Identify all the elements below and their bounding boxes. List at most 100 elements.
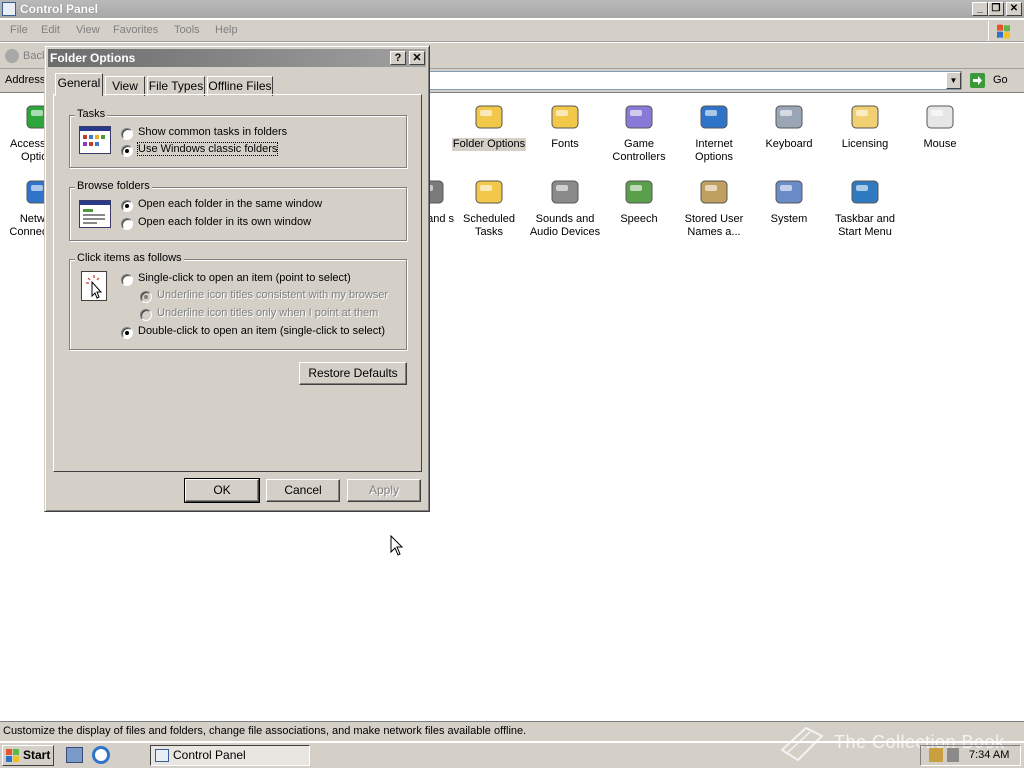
cpl-item-label: Speech: [620, 213, 658, 225]
gamepad-icon: [622, 100, 656, 134]
dialog-close-button[interactable]: ✕: [409, 51, 425, 65]
show-common-tasks-label[interactable]: Show common tasks in folders: [138, 126, 287, 138]
mouse-icon: [923, 100, 957, 134]
start-button[interactable]: Start: [2, 745, 54, 766]
browse-folders-group-title: Browse folders: [75, 180, 152, 192]
tasks-group-title: Tasks: [75, 108, 108, 120]
control-panel-icon: [2, 2, 16, 16]
dialog-title: Folder Options: [50, 51, 136, 65]
computer-icon: [772, 175, 806, 209]
show-common-tasks-radio[interactable]: [121, 128, 133, 140]
double-click-label[interactable]: Double-click to open an item (single-cli…: [138, 325, 385, 337]
underline-point-label: Underline icon titles only when I point …: [157, 307, 379, 319]
cpl-item-stored-user-names[interactable]: Stored User Names a...: [676, 175, 752, 239]
cpl-item-label: Keyboard: [765, 138, 813, 150]
use-classic-folders-label[interactable]: Use Windows classic folders: [136, 142, 279, 156]
tray-app-icon[interactable]: [929, 748, 943, 762]
cpl-item-label: Taskbar and Start Menu: [835, 213, 895, 238]
minimize-button[interactable]: _: [972, 2, 988, 16]
tab-view[interactable]: View: [105, 76, 145, 96]
browse-preview-icon: [79, 200, 111, 228]
cpl-item-sounds-and-audio[interactable]: Sounds and Audio Devices: [527, 175, 603, 239]
tasks-group: [69, 115, 407, 168]
menu-favorites[interactable]: Favorites: [113, 24, 158, 36]
folder-options-dialog: Folder Options ? ✕ General View File Typ…: [44, 45, 430, 512]
cpl-item-keyboard[interactable]: Keyboard: [751, 100, 827, 151]
single-click-radio[interactable]: [121, 274, 133, 286]
same-window-radio[interactable]: [121, 200, 133, 212]
cpl-item-label: Stored User Names a...: [684, 213, 744, 238]
folder-options-icon: [472, 100, 506, 134]
keys-icon: [697, 175, 731, 209]
speaker-icon: [548, 175, 582, 209]
tab-general[interactable]: General: [55, 73, 103, 96]
fonts-folder-icon: [548, 100, 582, 134]
menu-edit[interactable]: Edit: [41, 24, 60, 36]
cpl-item-label: Scheduled Tasks: [463, 213, 515, 238]
address-label: Address: [5, 74, 46, 86]
taskbar-item-label: Control Panel: [173, 748, 246, 762]
tab-file-types[interactable]: File Types: [147, 76, 205, 96]
clock[interactable]: 7:34 AM: [969, 746, 1009, 765]
cpl-item-folder-options[interactable]: Folder Options: [451, 100, 527, 151]
cpl-item-label: System: [770, 213, 808, 225]
system-tray: 7:34 AM: [920, 745, 1021, 766]
cpl-item-label: Internet Options: [695, 138, 733, 163]
tasks-preview-icon: [79, 126, 111, 154]
scheduled-tasks-icon: [472, 175, 506, 209]
cancel-button[interactable]: Cancel: [266, 479, 340, 502]
cpl-item-licensing[interactable]: Licensing: [827, 100, 903, 151]
globe-icon: [697, 100, 731, 134]
taskbar-item-control-panel[interactable]: Control Panel: [150, 745, 310, 766]
close-window-button[interactable]: ✕: [1006, 2, 1022, 16]
own-window-radio[interactable]: [121, 218, 133, 230]
certificate-icon: [848, 100, 882, 134]
internet-explorer-icon[interactable]: [92, 746, 110, 764]
menu-tools[interactable]: Tools: [174, 24, 200, 36]
speech-icon: [622, 175, 656, 209]
cpl-item-scheduled-tasks[interactable]: Scheduled Tasks: [451, 175, 527, 239]
underline-browser-label: Underline icon titles consistent with my…: [157, 289, 389, 301]
address-dropdown-button[interactable]: ▼: [946, 72, 961, 89]
mouse-cursor: [390, 534, 404, 557]
help-button[interactable]: ?: [390, 51, 406, 65]
restore-button[interactable]: ❐: [988, 2, 1004, 16]
cpl-item-label: Folder Options: [451, 138, 527, 151]
menu-view[interactable]: View: [76, 24, 100, 36]
tab-offline-files[interactable]: Offline Files: [207, 76, 273, 96]
cpl-item-system[interactable]: System: [751, 175, 827, 226]
control-panel-icon: [155, 749, 169, 762]
cpl-item-taskbar-start-menu[interactable]: Taskbar and Start Menu: [827, 175, 903, 239]
own-window-label[interactable]: Open each folder in its own window: [138, 216, 311, 228]
cpl-item-fonts[interactable]: Fonts: [527, 100, 603, 151]
window-titlebar: Control Panel _ ❐ ✕: [0, 0, 1024, 18]
back-arrow-icon: [5, 49, 19, 63]
cpl-item-label: Game Controllers: [612, 138, 666, 163]
single-click-label[interactable]: Single-click to open an item (point to s…: [138, 272, 351, 284]
cpl-item-speech[interactable]: Speech: [601, 175, 677, 226]
double-click-radio[interactable]: [121, 327, 133, 339]
cpl-item-mouse[interactable]: Mouse: [902, 100, 978, 151]
ok-button[interactable]: OK: [184, 478, 260, 503]
menu-bar: File Edit View Favorites Tools Help: [0, 20, 1024, 42]
keyboard-icon: [772, 100, 806, 134]
menu-help[interactable]: Help: [215, 24, 238, 36]
cpl-item-internet-options[interactable]: Internet Options: [676, 100, 752, 164]
apply-button[interactable]: Apply: [347, 479, 421, 502]
browse-folders-group: [69, 187, 407, 241]
cpl-item-game-controllers[interactable]: Game Controllers: [601, 100, 677, 164]
menu-file[interactable]: File: [10, 24, 28, 36]
go-button[interactable]: Go: [968, 71, 1018, 90]
underline-browser-radio[interactable]: [140, 291, 152, 303]
use-classic-folders-radio[interactable]: [121, 145, 133, 157]
underline-point-radio[interactable]: [140, 309, 152, 321]
same-window-label[interactable]: Open each folder in the same window: [138, 198, 322, 210]
general-tab-panel: Tasks Show common tasks in folders Use W…: [53, 94, 422, 472]
show-desktop-icon[interactable]: [66, 747, 83, 763]
windows-flag-icon: [6, 749, 20, 762]
restore-defaults-button[interactable]: Restore Defaults: [299, 362, 407, 385]
taskbar-icon: [848, 175, 882, 209]
volume-icon[interactable]: [947, 748, 959, 762]
pointer-click-icon: [81, 271, 107, 301]
cpl-item-label: Sounds and Audio Devices: [529, 213, 601, 238]
